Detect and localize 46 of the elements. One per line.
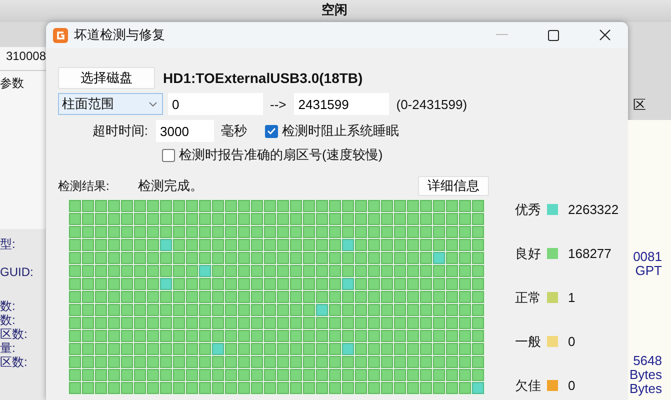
field-label: 型: [0, 237, 16, 251]
close-icon[interactable] [599, 29, 611, 41]
value-text: Bytes [629, 382, 662, 396]
check-icon [267, 127, 276, 135]
end-field[interactable]: 2431599 [294, 93, 390, 115]
legend-label: 一般 [515, 332, 542, 350]
unit-label: 毫秒 [221, 122, 247, 140]
field-label: 数: [0, 299, 16, 313]
serial-text: 310008 [4, 49, 46, 63]
value-text: GPT [635, 264, 662, 278]
result-status: 检测完成。 [138, 177, 204, 195]
range-limits: (0-2431599) [396, 96, 468, 112]
option-checkbox[interactable]: 检测时报告准确的扇区号(速度较慢) [162, 146, 383, 164]
field-label: GUID: [0, 265, 34, 279]
legend-count: 0 [568, 334, 576, 349]
chevron-icon [149, 102, 157, 106]
maximize-icon[interactable] [548, 30, 559, 40]
legend-label: 良好 [515, 244, 542, 262]
timeout-label: 超时时间: [91, 122, 148, 140]
option-checkbox[interactable]: 检测时阻止系统睡眠 [265, 122, 399, 140]
start-field[interactable]: 0 [168, 93, 263, 115]
value-text: 0081 [633, 250, 662, 264]
window-title: 坏道检测与修复 [74, 26, 165, 44]
legend-count: 0 [568, 378, 576, 393]
timeout-field[interactable]: 3000 [156, 120, 214, 142]
field-label: 区数: [0, 327, 28, 341]
legend-count: 2263322 [568, 202, 619, 217]
legend-count: 1 [568, 290, 576, 305]
field-label: 量: [0, 341, 16, 355]
disk-name: HD1:TOExternalUSB3.0(18TB) [163, 70, 363, 86]
legend-label: 欠佳 [515, 376, 542, 394]
details-button[interactable]: 详细信息 [418, 176, 489, 196]
field-label: 区数: [0, 355, 28, 369]
column-header: 空闲 [322, 1, 348, 18]
value-text: 5648 [633, 354, 662, 368]
arrow-text: --> [270, 96, 286, 112]
legend-label: 正常 [515, 288, 542, 306]
result-label: 检测结果: [58, 178, 110, 194]
legend-count: 168277 [568, 246, 612, 261]
range-dropdown[interactable]: 柱面范围 [58, 93, 163, 115]
app-icon [53, 28, 68, 42]
select-disk-button[interactable]: 选择磁盘 [58, 67, 155, 89]
legend-label: 优秀 [515, 200, 542, 218]
field-label: 数: [0, 313, 16, 327]
column-header: 区 [632, 96, 647, 114]
value-text: Bytes [629, 368, 662, 382]
